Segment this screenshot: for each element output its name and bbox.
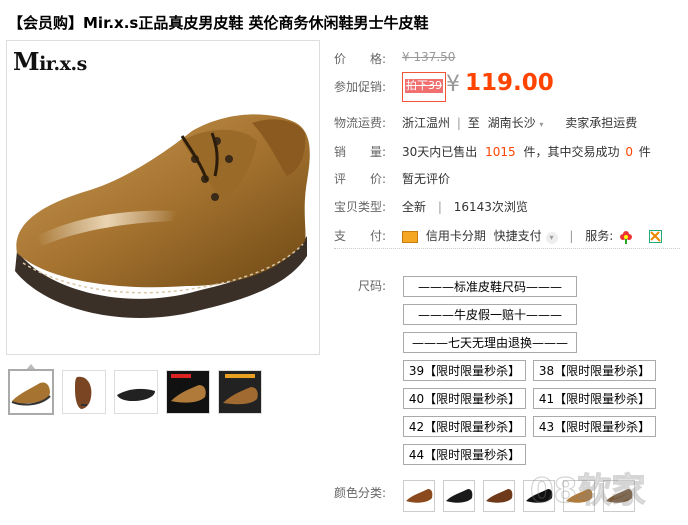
item-type-separator: | — [437, 200, 442, 214]
shipping-destination-dropdown[interactable]: 湖南长沙 ▾ — [488, 116, 544, 130]
thumbnail-4[interactable] — [166, 370, 210, 414]
color-swatch-1[interactable] — [403, 480, 435, 512]
shipping-label: 物流运费: — [334, 116, 387, 130]
services-label: 服务: — [585, 229, 614, 243]
size-option-guarantee[interactable]: ———牛皮假一赔十——— — [403, 304, 577, 325]
seller-pays-shipping: 卖家承担运费 — [565, 116, 638, 130]
shipping-to-prefix: 至 — [467, 116, 480, 130]
size-option-44[interactable]: 44【限时限量秒杀】 — [403, 444, 526, 465]
rating-row: 评 价: 暂无评价 — [334, 170, 450, 187]
size-option-standard[interactable]: ———标准皮鞋尺码——— — [403, 276, 577, 297]
rating-label: 评 价: — [334, 172, 387, 186]
size-option-38[interactable]: 38【限时限量秒杀】 — [533, 360, 656, 381]
thumbnail-3[interactable] — [114, 370, 158, 414]
promo-badge[interactable]: 拍下39 — [402, 72, 446, 102]
price-label: 价 格: — [334, 52, 387, 66]
sales-success-count: 0 — [625, 145, 633, 159]
promo-price: 119.00 — [465, 70, 554, 96]
credit-installment[interactable]: 信用卡分期 — [426, 229, 486, 243]
thumbnail-1[interactable] — [8, 369, 54, 415]
site-watermark: 08软家 — [520, 462, 688, 522]
promo-label: 参加促销: — [334, 80, 387, 94]
quick-pay-dropdown[interactable]: 快捷支付 ▾ — [493, 229, 558, 244]
service-flower-icon[interactable] — [619, 230, 633, 244]
quick-pay: 快捷支付 — [493, 229, 542, 243]
view-count: 16143次浏览 — [453, 200, 528, 214]
size-option-41[interactable]: 41【限时限量秒杀】 — [533, 388, 656, 409]
promo-currency: ¥ — [446, 72, 460, 97]
chevron-down-icon: ▾ — [539, 120, 544, 129]
section-divider — [334, 248, 680, 249]
sales-prefix: 30天内已售出 — [402, 145, 478, 159]
shipping-row: 物流运费: 浙江温州 | 至 湖南长沙 ▾ 卖家承担运费 — [334, 114, 637, 131]
product-title: 【会员购】Mir.x.s正品真皮男皮鞋 英伦商务休闲鞋男士牛皮鞋 — [8, 14, 429, 32]
main-product-image[interactable]: Mir.x.s — [6, 40, 320, 355]
payment-label: 支 付: — [334, 229, 387, 243]
sales-success-unit: 件 — [638, 145, 651, 159]
sales-label: 销 量: — [334, 145, 387, 159]
service-guarantee-icon[interactable] — [648, 230, 662, 243]
size-option-40[interactable]: 40【限时限量秒杀】 — [403, 388, 526, 409]
sales-row: 销 量: 30天内已售出 1015 件，其中交易成功 0 件 — [334, 143, 651, 160]
shipping-destination: 湖南长沙 — [487, 116, 536, 130]
chevron-down-icon: ▾ — [545, 232, 558, 244]
size-option-39[interactable]: 39【限时限量秒杀】 — [403, 360, 526, 381]
color-swatch-2[interactable] — [443, 480, 475, 512]
shoe-illustration — [15, 114, 310, 318]
size-option-42[interactable]: 42【限时限量秒杀】 — [403, 416, 526, 437]
item-type-label: 宝贝类型: — [334, 200, 387, 214]
thumbnail-5[interactable] — [218, 370, 262, 414]
shipping-separator: | — [456, 116, 461, 130]
color-swatch-3[interactable] — [483, 480, 515, 512]
promo-badge-text: 拍下39 — [405, 79, 443, 93]
original-price: ¥ 137.50 — [402, 50, 456, 64]
sales-unit: 件，其中交易成功 — [523, 145, 620, 159]
sales-count: 1015 — [485, 145, 516, 159]
watermark-text: 08软家 — [530, 471, 645, 511]
item-type-row: 宝贝类型: 全新 | 16143次浏览 — [334, 198, 528, 215]
credit-card-icon — [402, 230, 418, 243]
promo-row: 参加促销: — [334, 78, 386, 95]
payment-row: 支 付: 信用卡分期 快捷支付 ▾ | 服务: — [334, 227, 662, 244]
size-label: 尺码: — [358, 279, 387, 293]
shipping-from: 浙江温州 — [402, 116, 451, 130]
thumbnail-2[interactable] — [62, 370, 106, 414]
rating-value: 暂无评价 — [402, 172, 451, 186]
size-option-43[interactable]: 43【限时限量秒杀】 — [533, 416, 656, 437]
price-row: 价 格: ¥ 137.50 — [334, 50, 455, 67]
item-condition: 全新 — [402, 200, 427, 214]
size-option-return[interactable]: ———七天无理由退换——— — [403, 332, 577, 353]
color-label: 颜色分类: — [334, 486, 387, 500]
